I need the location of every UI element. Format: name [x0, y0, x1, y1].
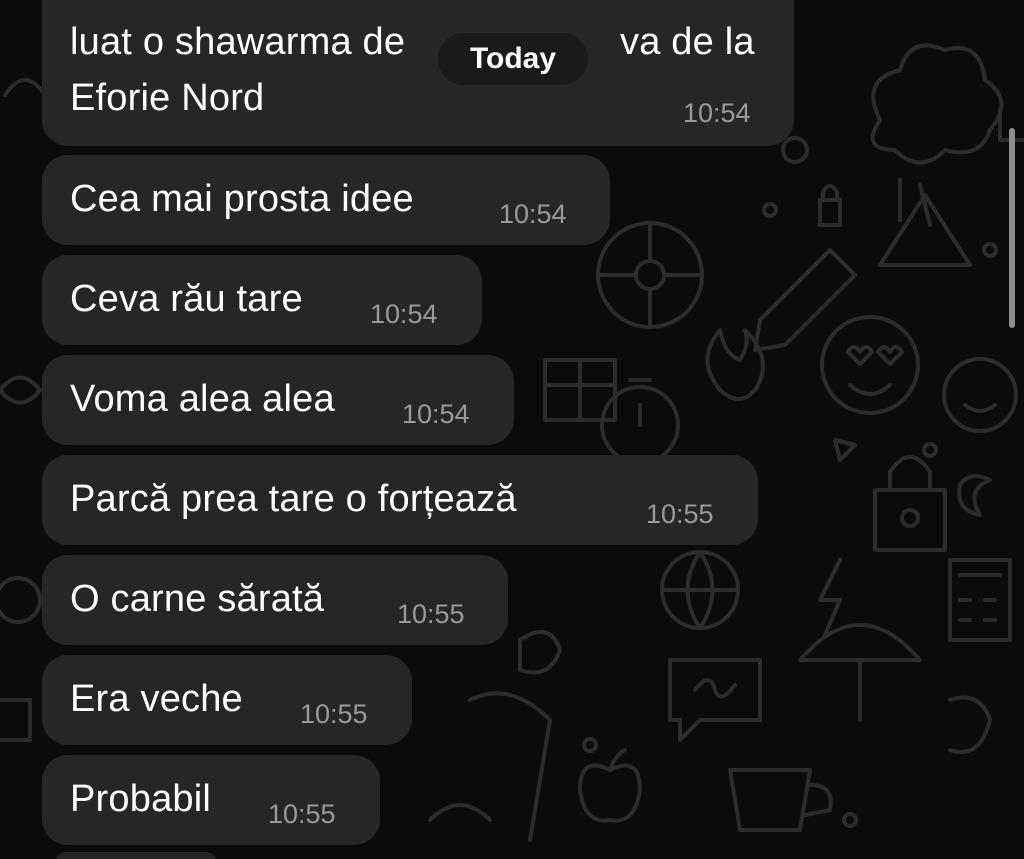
scrollbar[interactable] [1009, 128, 1015, 328]
message-bubble[interactable]: Parcă prea tare o forțează 10:55 [42, 455, 758, 545]
message-bubble[interactable]: Era veche 10:55 [42, 655, 412, 745]
message-bubble[interactable]: Probabil 10:55 [42, 755, 380, 845]
message-text: Cea mai prosta idee [70, 178, 414, 220]
message-text: O carne sărată [70, 578, 325, 620]
message-timestamp: 10:55 [268, 799, 336, 829]
message-bubble-partial[interactable] [56, 852, 216, 859]
message-timestamp: 10:54 [402, 399, 470, 429]
message-bubble[interactable]: Ceva rău tare 10:54 [42, 255, 482, 345]
message-timestamp: 10:54 [683, 98, 751, 128]
message-timestamp: 10:55 [397, 599, 465, 629]
message-text: Voma alea alea [70, 378, 335, 420]
message-bubble[interactable]: O carne sărată 10:55 [42, 555, 508, 645]
message-text: Era veche [70, 678, 243, 720]
message-bubble[interactable]: Cea mai prosta idee 10:54 [42, 155, 610, 245]
message-timestamp: 10:54 [499, 199, 567, 229]
message-timestamp: 10:54 [370, 299, 438, 329]
message-text: Probabil [70, 778, 212, 820]
day-separator: Today [438, 33, 588, 85]
message-text: Parcă prea tare o forțează [70, 478, 517, 520]
message-text-hidden-tail: va de la [620, 21, 755, 63]
message-text: luat o shawarma de [70, 21, 406, 63]
message-text: Eforie Nord [70, 77, 265, 119]
message-timestamp: 10:55 [300, 699, 368, 729]
message-text: Ceva rău tare [70, 278, 303, 320]
chat-view[interactable]: luat o shawarma de va de la Eforie Nord … [0, 0, 1024, 859]
message-timestamp: 10:55 [646, 499, 714, 529]
message-bubble[interactable]: Voma alea alea 10:54 [42, 355, 514, 445]
message-bubble[interactable]: luat o shawarma de va de la Eforie Nord … [42, 0, 794, 146]
